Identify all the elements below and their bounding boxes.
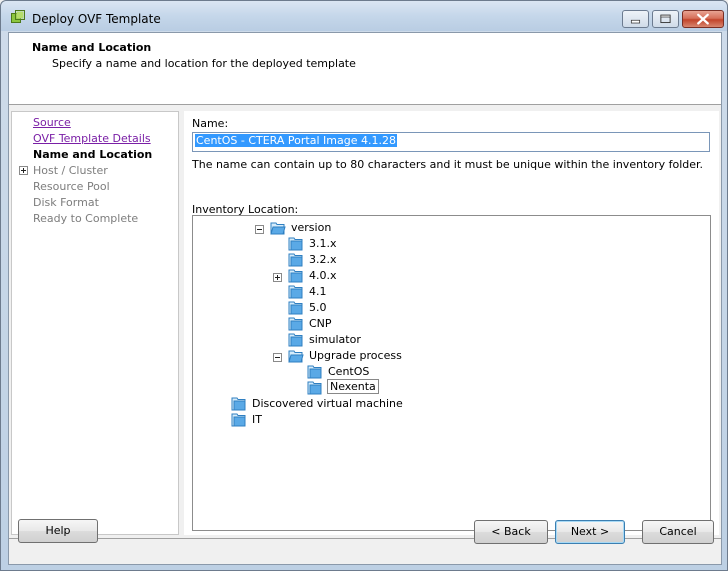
expand-4-0-x-icon[interactable] xyxy=(273,273,282,282)
name-input-value: CentOS - CTERA Portal Image 4.1.28 xyxy=(195,134,397,147)
help-button[interactable]: Help xyxy=(18,519,98,543)
step-host-cluster: Host / Cluster xyxy=(33,164,108,177)
vsphere-app-icon xyxy=(11,10,25,23)
minimize-icon xyxy=(630,19,641,24)
tree-item-label: 4.1 xyxy=(309,285,327,298)
step-name-and-location: Name and Location xyxy=(33,148,153,161)
folder-icon xyxy=(288,285,303,299)
step-ovf-template-details[interactable]: OVF Template Details xyxy=(33,132,151,145)
folder-icon xyxy=(288,301,303,315)
tree-item-label: Nexenta xyxy=(327,379,379,394)
wizard-steps-panel: Source OVF Template Details Name and Loc… xyxy=(11,111,179,535)
page-subtitle: Specify a name and location for the depl… xyxy=(52,57,356,70)
maximize-icon xyxy=(660,14,671,24)
page-title: Name and Location xyxy=(32,41,152,54)
step-ready-to-complete: Ready to Complete xyxy=(33,212,139,225)
window-title: Deploy OVF Template xyxy=(32,12,161,26)
tree-item-label: 5.0 xyxy=(309,301,327,314)
inventory-tree[interactable]: version 3.1.x 3.2.x 4.0.x 4.1 5.0 CNP si… xyxy=(192,215,711,531)
close-button[interactable] xyxy=(682,10,724,28)
folder-icon xyxy=(231,413,246,427)
deploy-ovf-window: Deploy OVF Template Name and Location Sp… xyxy=(0,0,728,571)
close-icon xyxy=(697,13,709,25)
tree-item-label: Upgrade process xyxy=(309,349,402,362)
expand-host-cluster-icon[interactable] xyxy=(19,166,28,175)
tree-item-label: 4.0.x xyxy=(309,269,337,282)
folder-icon xyxy=(288,253,303,267)
name-label: Name: xyxy=(192,117,229,130)
folder-icon xyxy=(288,269,303,283)
next-button[interactable]: Next > xyxy=(555,520,625,544)
folder-icon xyxy=(288,317,303,331)
name-input[interactable]: CentOS - CTERA Portal Image 4.1.28 xyxy=(192,132,710,152)
folder-icon xyxy=(288,333,303,347)
folder-open-icon xyxy=(270,222,286,235)
step-source[interactable]: Source xyxy=(33,116,71,129)
tree-item-label: 3.2.x xyxy=(309,253,337,266)
folder-icon xyxy=(231,397,246,411)
name-hint: The name can contain up to 80 characters… xyxy=(192,158,704,171)
tree-item-label: CNP xyxy=(309,317,332,330)
back-button[interactable]: < Back xyxy=(474,520,548,544)
maximize-button[interactable] xyxy=(652,10,679,28)
tree-item-label: simulator xyxy=(309,333,361,346)
tree-item-label: 3.1.x xyxy=(309,237,337,250)
collapse-version-icon[interactable] xyxy=(255,225,264,234)
tree-item-label: IT xyxy=(252,413,262,426)
wizard-client-area: Name and Location Specify a name and loc… xyxy=(8,32,722,565)
folder-icon xyxy=(288,237,303,251)
step-disk-format: Disk Format xyxy=(33,196,99,209)
tree-item-label: version xyxy=(291,221,332,234)
step-resource-pool: Resource Pool xyxy=(33,180,110,193)
tree-item-label: Discovered virtual machine xyxy=(252,397,403,410)
cancel-button[interactable]: Cancel xyxy=(642,520,714,544)
collapse-upgrade-process-icon[interactable] xyxy=(273,353,282,362)
folder-open-icon xyxy=(288,350,304,363)
minimize-button[interactable] xyxy=(622,10,649,28)
name-location-panel: Name: CentOS - CTERA Portal Image 4.1.28… xyxy=(184,111,719,535)
wizard-header: Name and Location Specify a name and loc… xyxy=(9,33,721,105)
tree-item-label: CentOS xyxy=(328,365,370,378)
folder-icon xyxy=(307,365,322,379)
title-bar: Deploy OVF Template xyxy=(1,1,727,31)
folder-icon xyxy=(307,381,322,395)
